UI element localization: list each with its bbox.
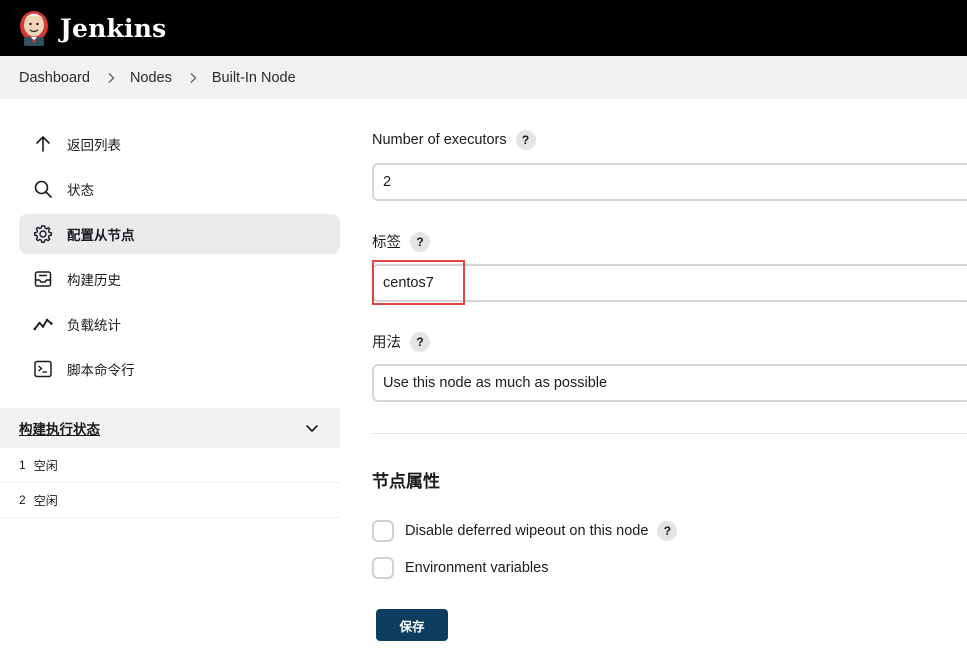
usage-label: 用法 ? xyxy=(372,331,430,352)
help-icon[interactable]: ? xyxy=(410,331,430,352)
property-label[interactable]: Disable deferred wipeout on this node xyxy=(405,523,648,539)
arrow-up-icon xyxy=(32,133,54,155)
labels-label: 标签 ? xyxy=(372,231,430,252)
disable-deferred-wipeout-checkbox[interactable] xyxy=(372,520,394,542)
breadcrumb: Dashboard Nodes Built-In Node xyxy=(0,56,967,99)
section-divider xyxy=(372,433,967,434)
search-icon xyxy=(32,178,54,200)
chevron-right-icon xyxy=(188,72,198,84)
top-header: Jenkins xyxy=(0,0,967,56)
help-icon[interactable]: ? xyxy=(410,231,430,252)
breadcrumb-built-in-node[interactable]: Built-In Node xyxy=(212,70,296,86)
trend-line-icon xyxy=(32,313,54,335)
node-properties-title: 节点属性 xyxy=(372,472,440,491)
executors-input[interactable] xyxy=(372,163,967,201)
help-icon[interactable]: ? xyxy=(515,130,536,150)
chevron-right-icon xyxy=(106,72,116,84)
gear-icon xyxy=(32,223,54,245)
sidebar-item-status[interactable]: 状态 xyxy=(19,169,340,209)
sidebar-item-script-console[interactable]: 脚本命令行 xyxy=(19,349,340,389)
sidebar-item-label: 返回列表 xyxy=(67,138,121,153)
environment-variables-checkbox[interactable] xyxy=(372,557,394,579)
sidebar-item-configure-node[interactable]: 配置从节点 xyxy=(19,214,340,254)
node-config-form: Number of executors ? 标签 ? 用法 ? 节点属性 Dis… xyxy=(372,99,967,671)
property-label[interactable]: Environment variables xyxy=(405,560,548,576)
inbox-icon xyxy=(32,268,54,290)
executor-row: 2 空闲 xyxy=(0,483,340,518)
sidebar-item-label: 脚本命令行 xyxy=(67,363,135,378)
executor-status-header: 构建执行状态 xyxy=(0,408,340,448)
jenkins-butler-logo-icon xyxy=(20,11,48,46)
executor-status-title[interactable]: 构建执行状态 xyxy=(19,418,100,438)
help-icon[interactable]: ? xyxy=(657,521,678,541)
usage-label-text: 用法 xyxy=(372,335,401,351)
jenkins-home-link[interactable]: Jenkins xyxy=(18,10,166,46)
executors-label: Number of executors ? xyxy=(372,130,536,150)
chevron-down-icon[interactable] xyxy=(304,420,320,436)
sidebar-item-build-history[interactable]: 构建历史 xyxy=(19,259,340,299)
sidebar-item-back-to-list[interactable]: 返回列表 xyxy=(19,124,340,164)
executors-label-text: Number of executors xyxy=(372,132,507,148)
property-row-disable-deferred-wipeout: Disable deferred wipeout on this node ? xyxy=(372,520,678,542)
executor-number: 2 xyxy=(19,493,26,507)
sidebar-item-label: 负载统计 xyxy=(67,318,121,333)
executor-number: 1 xyxy=(19,458,26,472)
breadcrumb-dashboard[interactable]: Dashboard xyxy=(19,70,90,86)
save-button[interactable]: 保存 xyxy=(376,609,448,641)
sidebar-item-label: 配置从节点 xyxy=(67,228,135,243)
executor-status: 空闲 xyxy=(33,493,58,508)
labels-input[interactable] xyxy=(372,264,967,302)
breadcrumb-nodes[interactable]: Nodes xyxy=(130,70,172,86)
executor-status: 空闲 xyxy=(33,458,58,473)
sidebar: 返回列表 状态 配置从节点 构建历史 负载统计 脚本命令行 构建执行状态 1 空… xyxy=(0,99,340,671)
sidebar-item-load-statistics[interactable]: 负载统计 xyxy=(19,304,340,344)
sidebar-item-label: 状态 xyxy=(67,183,94,198)
brand-name: Jenkins xyxy=(60,13,167,43)
sidebar-item-label: 构建历史 xyxy=(67,273,121,288)
usage-select[interactable] xyxy=(372,364,967,402)
executor-row: 1 空闲 xyxy=(0,448,340,483)
labels-label-text: 标签 xyxy=(372,235,401,251)
property-row-environment-variables: Environment variables xyxy=(372,557,548,579)
terminal-icon xyxy=(32,358,54,380)
